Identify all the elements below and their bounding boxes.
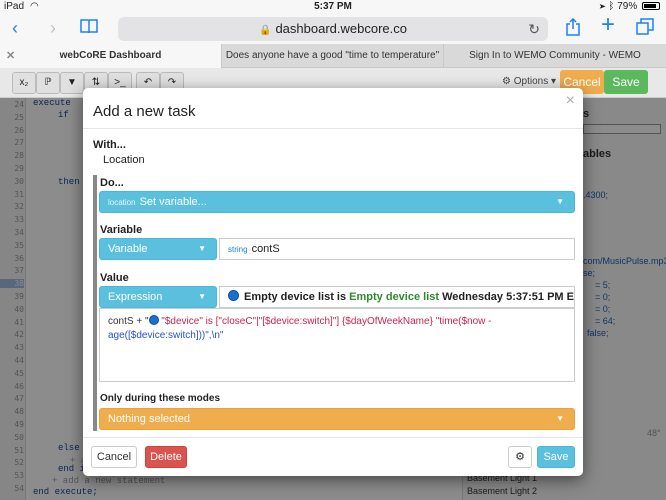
tab-label: webCoRE Dashboard bbox=[59, 50, 162, 61]
do-value: Set variable... bbox=[139, 196, 207, 208]
modes-value: Nothing selected bbox=[108, 413, 190, 425]
browser-toolbar: ‹ › 🔒 dashboard.webcore.co ↻ + bbox=[0, 13, 666, 44]
reload-icon[interactable]: ↻ bbox=[528, 17, 540, 41]
variable-name: contS bbox=[251, 243, 280, 255]
gear-icon[interactable]: ⚙ bbox=[508, 446, 532, 468]
preview-text-a: Empty device list is bbox=[244, 291, 347, 303]
ios-status-bar: iPad ◠ 5:37 PM ➤ ᛒ 79% bbox=[0, 0, 666, 14]
forward-icon[interactable]: › bbox=[50, 18, 56, 38]
header-divider bbox=[83, 128, 583, 129]
value-type-value: Expression bbox=[108, 291, 163, 303]
variable-name-select[interactable]: string contS bbox=[219, 238, 575, 260]
battery-percent: 79% bbox=[617, 1, 638, 12]
device-bullet-icon bbox=[228, 290, 239, 301]
delete-button[interactable]: Delete bbox=[145, 446, 187, 468]
back-icon[interactable]: ‹ bbox=[12, 18, 18, 38]
battery-icon bbox=[642, 2, 660, 10]
bookmarks-icon[interactable] bbox=[80, 18, 98, 38]
task-block-bar bbox=[93, 175, 97, 431]
with-value: Location bbox=[103, 154, 145, 166]
dialog-title: Add a new task bbox=[93, 103, 196, 120]
address-bar[interactable]: 🔒 dashboard.webcore.co ↻ bbox=[118, 17, 548, 41]
modes-select[interactable]: Nothing selected ▼ bbox=[99, 408, 575, 430]
do-label: Do... bbox=[100, 177, 124, 189]
url-text: dashboard.webcore.co bbox=[275, 21, 407, 36]
value-type-select[interactable]: Expression ▼ bbox=[99, 286, 217, 308]
save-button[interactable]: Save bbox=[537, 446, 575, 468]
tab-time-to-temperature[interactable]: Does anyone have a good "time to tempera… bbox=[222, 44, 444, 85]
preview-text-b: Empty device list bbox=[349, 291, 440, 303]
variable-label: Variable bbox=[100, 224, 143, 236]
clock: 5:37 PM bbox=[314, 1, 352, 12]
expression-preview: Empty device list is Empty device list W… bbox=[219, 286, 575, 308]
browser-tab-strip: ✕ webCoRE Dashboard Does anyone have a g… bbox=[0, 44, 666, 85]
preview-text-c: Wednesday 5:37:51 PM EST, bbox=[442, 291, 574, 303]
parameter-button[interactable]: ℙ bbox=[36, 72, 60, 94]
variable-type-select[interactable]: Variable ▼ bbox=[99, 238, 217, 260]
expression-input[interactable]: contS + " "$device" is ["closeC"|"[$devi… bbox=[99, 308, 575, 382]
caret-down-icon: ▼ bbox=[198, 292, 206, 301]
tabs-icon[interactable] bbox=[636, 18, 654, 40]
do-select[interactable]: location Set variable... ▼ bbox=[99, 191, 575, 213]
variable-type-prefix: string bbox=[228, 245, 248, 254]
modes-label: Only during these modes bbox=[100, 393, 221, 404]
expr-part-1: contS + " bbox=[108, 316, 149, 327]
footer-divider bbox=[83, 437, 583, 438]
device-bullet-icon bbox=[148, 315, 159, 325]
cancel-button[interactable]: Cancel bbox=[91, 446, 137, 468]
with-label: With... bbox=[93, 139, 126, 151]
caret-down-icon: ▼ bbox=[556, 197, 564, 206]
new-tab-icon[interactable]: + bbox=[601, 13, 615, 37]
value-label: Value bbox=[100, 272, 129, 284]
close-tab-icon[interactable]: ✕ bbox=[6, 44, 15, 68]
filter-button[interactable]: ▼ bbox=[60, 72, 84, 94]
subscript-button[interactable]: x₂ bbox=[12, 72, 36, 94]
tab-wemo-community[interactable]: Sign In to WEMO Community - WEMO Communi… bbox=[444, 44, 666, 85]
close-dialog-icon[interactable]: × bbox=[566, 92, 575, 110]
save-piston-button[interactable]: Save bbox=[604, 70, 648, 94]
options-menu[interactable]: ⚙ Options ▾ bbox=[502, 76, 556, 87]
lock-icon: 🔒 bbox=[259, 25, 272, 36]
variable-type-value: Variable bbox=[108, 243, 148, 255]
tab-webcore-dashboard[interactable]: ✕ webCoRE Dashboard bbox=[0, 44, 222, 68]
expr-part-3: age([$device:switch]))",\n" bbox=[108, 330, 224, 341]
caret-down-icon: ▼ bbox=[198, 244, 206, 253]
share-icon[interactable] bbox=[566, 17, 580, 40]
add-task-dialog: × Add a new task With... Location Do... … bbox=[83, 88, 583, 476]
do-prefix: location bbox=[108, 198, 136, 207]
expr-part-2: "$device" is ["closeC"|"[$device:switch]… bbox=[158, 316, 492, 327]
caret-down-icon: ▼ bbox=[556, 414, 564, 423]
